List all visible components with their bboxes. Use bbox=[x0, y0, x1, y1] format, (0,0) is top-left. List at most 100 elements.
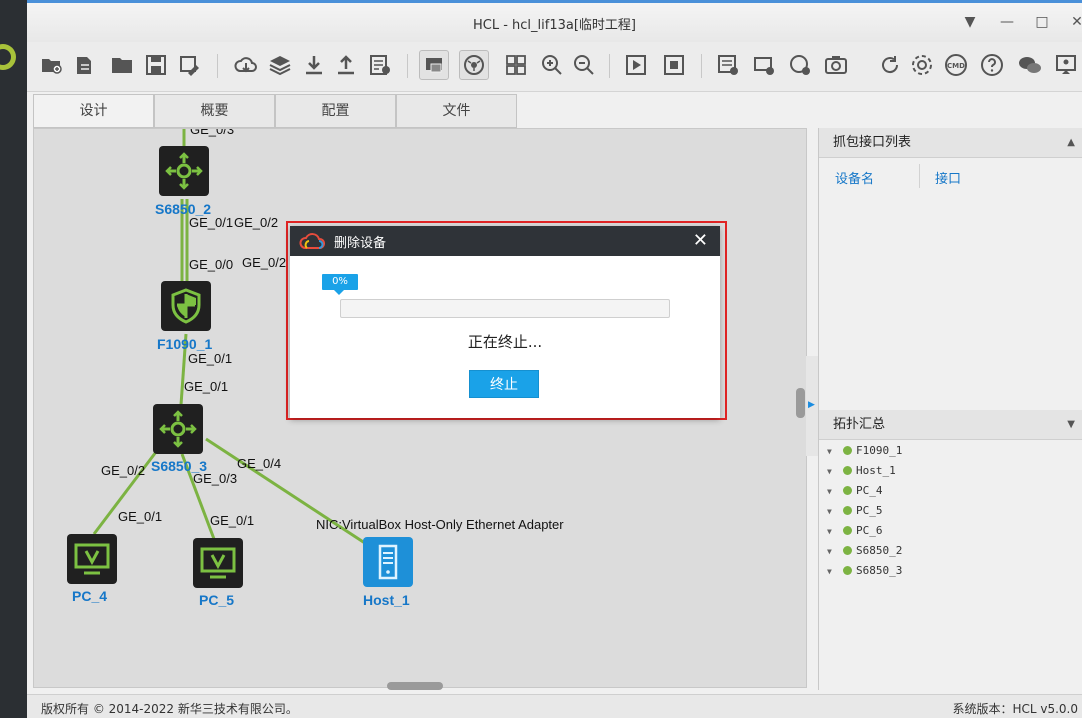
wechat-icon[interactable] bbox=[1015, 50, 1045, 80]
folder-icon[interactable] bbox=[107, 50, 137, 80]
zoom-in-icon[interactable] bbox=[537, 50, 567, 80]
toolbar-separator bbox=[701, 54, 702, 78]
layers-icon[interactable] bbox=[265, 50, 295, 80]
port-label: GE_0/4 bbox=[237, 456, 282, 471]
status-dot-icon bbox=[843, 506, 852, 515]
help-icon[interactable] bbox=[977, 50, 1007, 80]
device-f1090-1[interactable] bbox=[161, 281, 211, 331]
start-icon[interactable] bbox=[621, 50, 651, 80]
refresh-icon[interactable] bbox=[875, 50, 905, 80]
topology-view-icon[interactable] bbox=[419, 50, 449, 80]
expand-icon[interactable]: ▼ bbox=[827, 507, 839, 516]
tab-files[interactable]: 文件 bbox=[396, 94, 517, 128]
switch-icon bbox=[159, 410, 197, 448]
add-ellipse-icon[interactable] bbox=[785, 50, 815, 80]
list-item[interactable]: ▼ PC_6 bbox=[827, 524, 883, 542]
topology-summary-list: ▼ F1090_1 ▼ Host_1 ▼ PC_4 ▼ PC_5 ▼ PC_6 ▼ S685… bbox=[819, 440, 1082, 690]
device-pc4[interactable] bbox=[67, 534, 117, 584]
port-label: GE_0/2 bbox=[101, 463, 146, 478]
device-pc5[interactable] bbox=[193, 538, 243, 588]
window-title: HCL - hcl_lif13a[临时工程] bbox=[472, 18, 636, 33]
port-label: GE_0/1 bbox=[189, 215, 234, 230]
canvas-horizontal-scrollbar[interactable] bbox=[387, 682, 443, 690]
col-interface[interactable]: 接口 bbox=[935, 168, 961, 187]
list-item[interactable]: ▼ S6850_3 bbox=[827, 564, 902, 582]
device-s6850-2[interactable] bbox=[159, 146, 209, 196]
status-dot-icon bbox=[843, 526, 852, 535]
panel-expander[interactable]: ▶ bbox=[806, 356, 818, 456]
feedback-icon[interactable] bbox=[1051, 50, 1081, 80]
maximize-button[interactable]: □ bbox=[1032, 12, 1052, 32]
dialog-header: 删除设备 ✕ bbox=[290, 226, 720, 256]
port-label: GE_0/1 bbox=[188, 351, 233, 366]
zoom-out-icon[interactable] bbox=[569, 50, 599, 80]
save-icon[interactable] bbox=[141, 50, 171, 80]
status-dot-icon bbox=[843, 566, 852, 575]
pc-icon bbox=[74, 543, 110, 575]
port-label: GE_0/2 bbox=[234, 215, 279, 230]
settings-icon[interactable] bbox=[907, 50, 937, 80]
expand-icon[interactable]: ▼ bbox=[827, 527, 839, 536]
canvas-vertical-scrollbar[interactable] bbox=[796, 388, 805, 418]
column-divider bbox=[919, 164, 920, 188]
link-s6850-3-host1[interactable] bbox=[205, 437, 375, 551]
terminate-button[interactable]: 终止 bbox=[469, 370, 539, 398]
import-icon[interactable] bbox=[299, 50, 329, 80]
grid-icon[interactable] bbox=[501, 50, 531, 80]
list-item[interactable]: ▼ Host_1 bbox=[827, 464, 896, 482]
topology-summary-header[interactable]: 拓扑汇总 ▼ bbox=[819, 410, 1082, 440]
right-panel: 抓包接口列表 ▲ 设备名 接口 拓扑汇总 ▼ ▼ F1090_1 ▼ Host_1 … bbox=[818, 128, 1082, 690]
progress-bar bbox=[340, 299, 670, 318]
status-dot-icon bbox=[843, 446, 852, 455]
toolbar-separator bbox=[407, 54, 408, 78]
expand-icon[interactable]: ▼ bbox=[827, 567, 839, 576]
expand-icon[interactable]: ▼ bbox=[827, 447, 839, 456]
main-toolbar: CMD bbox=[27, 42, 1082, 92]
port-label: GE_0/3 bbox=[193, 471, 238, 486]
expand-icon[interactable]: ▼ bbox=[827, 467, 839, 476]
progress-percent-badge: 0% bbox=[322, 274, 358, 295]
tab-design[interactable]: 设计 bbox=[33, 94, 154, 128]
export-icon[interactable] bbox=[331, 50, 361, 80]
port-label: GE_0/1 bbox=[210, 513, 255, 528]
save-as-icon[interactable] bbox=[175, 50, 205, 80]
log-icon[interactable] bbox=[365, 50, 395, 80]
screenshot-icon[interactable] bbox=[821, 50, 851, 80]
device-label-f1090-1: F1090_1 bbox=[157, 336, 213, 352]
expand-icon[interactable]: ▼ bbox=[827, 547, 839, 556]
close-window-button[interactable]: ✕ bbox=[1067, 12, 1082, 32]
port-label: GE_0/1 bbox=[184, 379, 229, 394]
add-note-icon[interactable] bbox=[713, 50, 743, 80]
list-item[interactable]: ▼ PC_4 bbox=[827, 484, 883, 502]
pc-icon bbox=[200, 547, 236, 579]
capture-table-header: 设备名 接口 bbox=[819, 164, 1082, 188]
network-view-icon[interactable] bbox=[459, 50, 489, 80]
version-text: 系统版本：HCL v5.0.0 bbox=[952, 702, 1078, 716]
device-s6850-3[interactable] bbox=[153, 404, 203, 454]
list-item[interactable]: ▼ F1090_1 bbox=[827, 444, 902, 462]
open-project-icon[interactable] bbox=[71, 50, 101, 80]
tab-overview[interactable]: 概要 bbox=[154, 94, 275, 128]
stop-icon[interactable] bbox=[659, 50, 689, 80]
list-item[interactable]: ▼ PC_5 bbox=[827, 504, 883, 522]
dialog-close-button[interactable]: ✕ bbox=[693, 230, 708, 251]
tab-config[interactable]: 配置 bbox=[275, 94, 396, 128]
cmd-icon[interactable]: CMD bbox=[941, 50, 971, 80]
dropdown-icon[interactable]: ▼ bbox=[960, 12, 980, 32]
minimize-button[interactable]: — bbox=[997, 12, 1017, 32]
new-project-icon[interactable] bbox=[37, 50, 67, 80]
device-host1[interactable] bbox=[363, 537, 413, 587]
cmd-label: CMD bbox=[947, 62, 965, 70]
hcl-app-window: HCL - hcl_lif13a[临时工程] ▼ — □ ✕ CMD 设计 概要… bbox=[0, 0, 1082, 718]
col-device-name[interactable]: 设备名 bbox=[835, 168, 874, 187]
add-rectangle-icon[interactable] bbox=[749, 50, 779, 80]
port-label: GE_0/1 bbox=[118, 509, 163, 524]
list-item[interactable]: ▼ S6850_2 bbox=[827, 544, 902, 562]
expand-icon[interactable]: ▼ bbox=[827, 487, 839, 496]
cloud-download-icon[interactable] bbox=[231, 50, 261, 80]
toolbar-separator bbox=[217, 54, 218, 78]
collapse-up-icon[interactable]: ▲ bbox=[1067, 128, 1075, 158]
switch-icon bbox=[165, 152, 203, 190]
collapse-down-icon[interactable]: ▼ bbox=[1067, 410, 1075, 440]
capture-panel-header[interactable]: 抓包接口列表 ▲ bbox=[819, 128, 1082, 158]
